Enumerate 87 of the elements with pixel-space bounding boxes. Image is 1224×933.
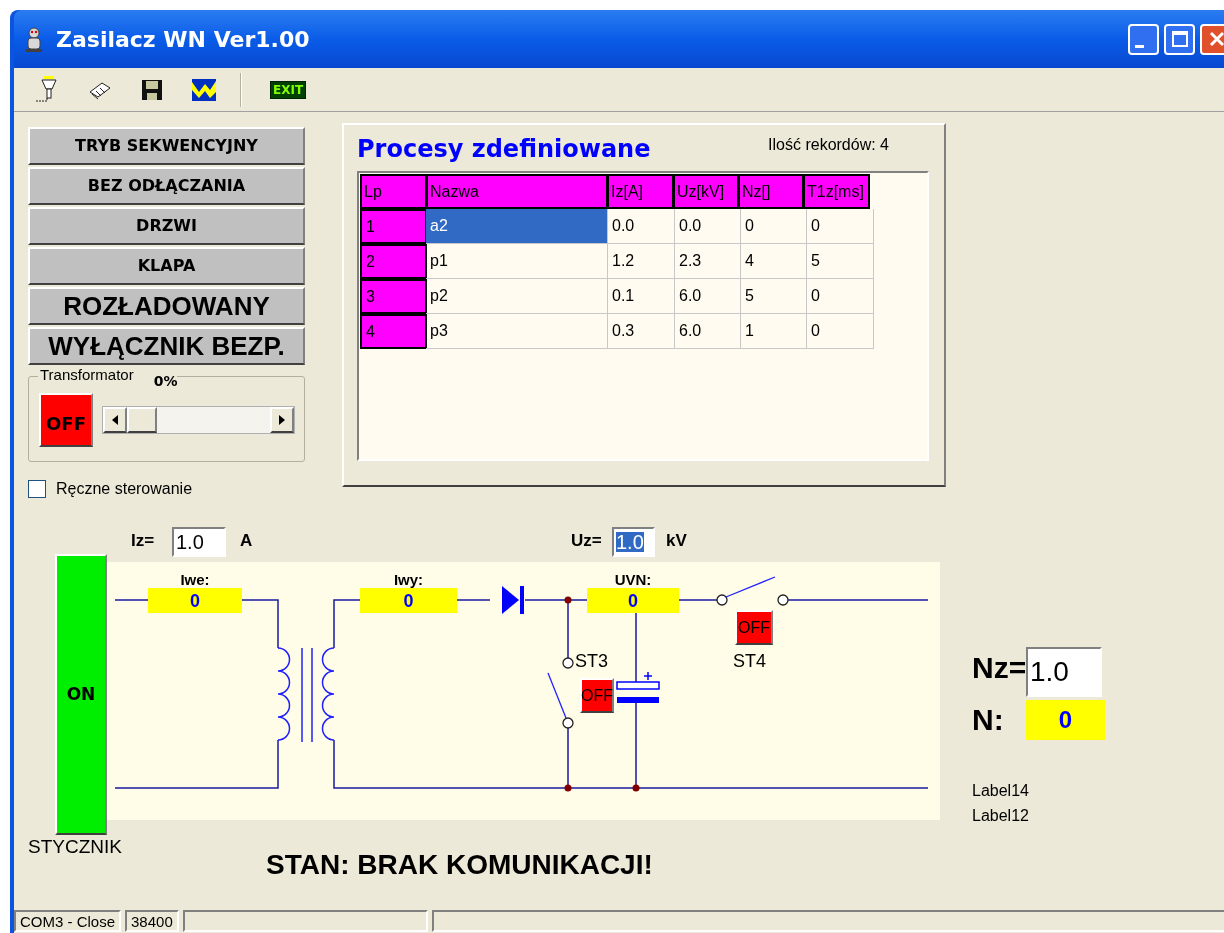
table-cell: 0.3	[608, 314, 675, 349]
row-header[interactable]: 1	[360, 209, 427, 244]
junction-dot	[632, 784, 640, 792]
counter-label: Nz=	[972, 653, 1027, 683]
meter-value: 0	[148, 588, 242, 613]
table-cell: p1	[426, 244, 608, 279]
counter-label: N:	[972, 705, 1004, 735]
capacitor-icon	[616, 671, 660, 703]
row-header[interactable]: 4	[360, 314, 427, 349]
table-cell: 6.0	[675, 314, 741, 349]
table-cell: 0	[807, 314, 874, 349]
mode-button[interactable]: ROZŁADOWANY	[28, 287, 305, 325]
info-label: Label12	[972, 808, 1029, 824]
slider[interactable]	[102, 406, 295, 434]
junction-dot	[564, 784, 572, 792]
table-cell: 0.1	[608, 279, 675, 314]
left-arrow-button[interactable]	[103, 407, 127, 433]
unit-label: kV	[666, 532, 687, 549]
table-cell: 0	[741, 209, 807, 244]
junction-dot	[564, 596, 572, 604]
status-panel: COM3 - Close	[14, 910, 122, 932]
unit-label: A	[240, 532, 253, 549]
column-header[interactable]: Nz[]	[738, 174, 804, 209]
row-header[interactable]: 2	[360, 244, 427, 279]
status-panel: 38400	[125, 910, 179, 932]
record-count: Ilość rekordów: 4	[768, 137, 889, 153]
meter-label: Iwy:	[392, 572, 425, 587]
contactor-toggle[interactable]: ON	[55, 554, 107, 835]
column-header[interactable]: Lp	[360, 174, 427, 209]
mode-button[interactable]: KLAPA	[28, 247, 305, 285]
counter-field[interactable]: 1.0	[1026, 647, 1102, 697]
table-cell: 0	[807, 209, 874, 244]
table-cell: a2	[426, 209, 608, 244]
status-message: STAN: BRAK KOMUNIKACJI!	[266, 851, 653, 879]
mode-button[interactable]: TRYB SEKWENCYJNY	[28, 127, 305, 165]
row-header[interactable]: 3	[360, 279, 427, 314]
field-label: Iz=	[131, 532, 155, 549]
table-cell: 1	[741, 314, 807, 349]
mode-button[interactable]: WYŁĄCZNIK BEZP.	[28, 327, 305, 365]
switch-label: ST3	[575, 652, 608, 670]
switch-label: ST4	[733, 652, 766, 670]
input-field[interactable]: 1.0	[612, 527, 655, 557]
panel-title: Procesy zdefiniowane	[357, 137, 651, 161]
close-icon	[1209, 31, 1224, 47]
table-cell: 4	[741, 244, 807, 279]
info-label: Label14	[972, 783, 1029, 799]
group-title: Transformator	[39, 366, 135, 385]
meter-value: 0	[587, 588, 679, 613]
field-label: Uz=	[571, 532, 602, 549]
column-header[interactable]: Iz[A]	[607, 174, 674, 209]
mode-button[interactable]: BEZ ODŁĄCZANIA	[28, 167, 305, 205]
window-title: Zasilacz WN Ver1.00	[56, 25, 310, 54]
switch-toggle[interactable]: OFF	[735, 610, 773, 645]
table-cell: 2.3	[675, 244, 741, 279]
table-cell: 1.2	[608, 244, 675, 279]
close-button[interactable]	[1200, 23, 1224, 55]
maximize-button[interactable]	[1164, 23, 1195, 55]
table-cell: 5	[741, 279, 807, 314]
contactor-label: STYCZNIK	[28, 837, 122, 856]
table-cell: 0	[807, 279, 874, 314]
minimize-button[interactable]	[1128, 23, 1159, 55]
percent-reading: 0%	[153, 372, 178, 390]
column-header[interactable]: Uz[kV]	[673, 174, 739, 209]
power-toggle[interactable]: OFF	[39, 393, 93, 447]
exit-button[interactable]: EXIT	[270, 80, 307, 99]
table-cell: p2	[426, 279, 608, 314]
app-icon	[24, 25, 44, 53]
table-cell: 5	[807, 244, 874, 279]
counter-value: 0	[1026, 700, 1105, 740]
right-arrow-button[interactable]	[270, 407, 294, 433]
table-cell: 0.0	[675, 209, 741, 244]
column-header[interactable]: T1z[ms]	[803, 174, 870, 209]
mode-button[interactable]: DRZWI	[28, 207, 305, 245]
meter-value: 0	[360, 588, 457, 613]
checkbox[interactable]	[28, 480, 46, 498]
meter-label: UVN:	[613, 572, 653, 587]
slider-thumb[interactable]	[127, 407, 157, 433]
checkbox-label: Ręczne sterowanie	[56, 479, 193, 499]
meter-label: Iwe:	[179, 572, 211, 587]
table-cell: 6.0	[675, 279, 741, 314]
column-header[interactable]: Nazwa	[426, 174, 608, 209]
table-cell: 0.0	[608, 209, 675, 244]
left-arrow-icon	[112, 415, 118, 425]
right-arrow-icon	[279, 415, 285, 425]
input-field[interactable]: 1.0	[172, 527, 226, 557]
diode-icon	[502, 586, 524, 614]
table-cell: p3	[426, 314, 608, 349]
